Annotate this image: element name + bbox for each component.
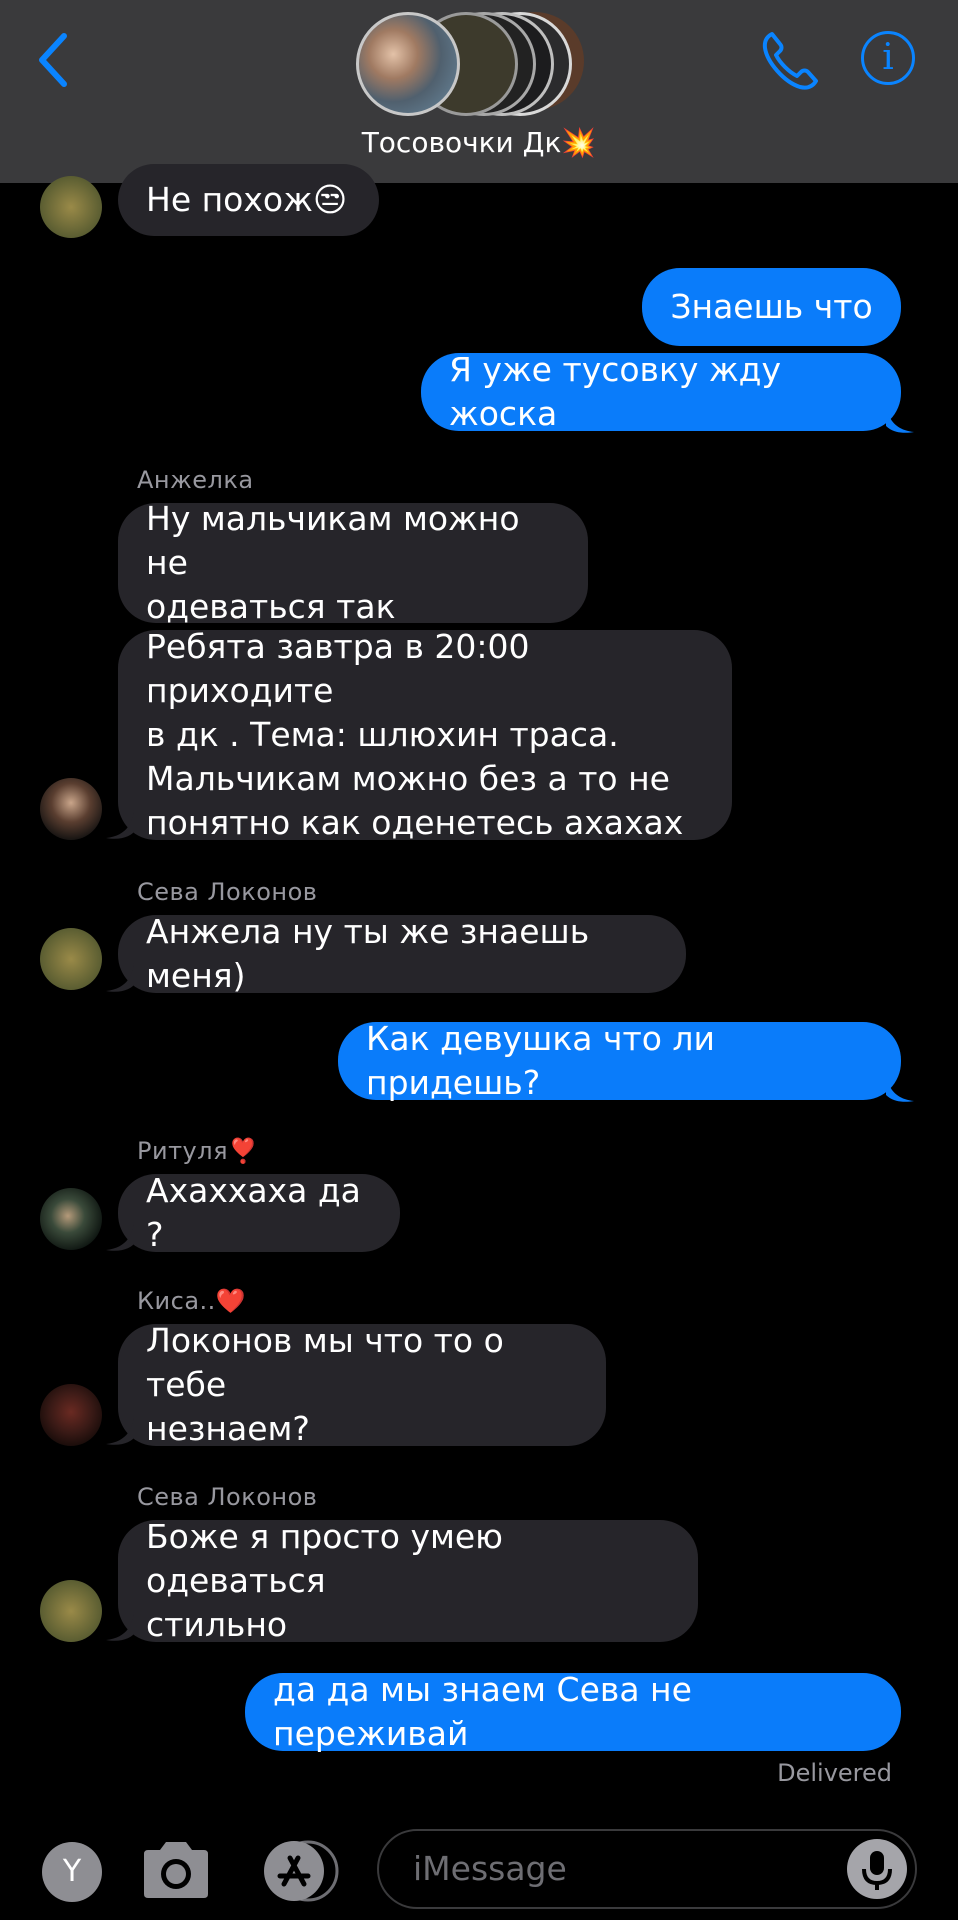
message-bubble-incoming[interactable]: Ребята завтра в 20:00 приходите в дк . Т…: [118, 627, 732, 842]
message-bubble-outgoing[interactable]: Я уже тусовку жду жоска: [421, 350, 901, 433]
message-text: Как девушка что ли придешь?: [366, 1019, 715, 1102]
message-text: Ребята завтра в 20:00 приходите в дк . Т…: [146, 627, 684, 842]
message-text: Не похож😒: [146, 180, 348, 219]
avatar[interactable]: [40, 1188, 102, 1250]
message-input[interactable]: iMessage: [377, 1829, 917, 1909]
y-app-icon[interactable]: Y: [42, 1842, 102, 1902]
message-bubble-incoming[interactable]: Боже я просто умею одеваться стильно: [118, 1517, 698, 1644]
message-bubble-incoming[interactable]: Ну мальчикам можно не одеваться так: [118, 499, 588, 626]
message-text: Локонов мы что то о тебе незнаем?: [146, 1321, 504, 1448]
message-bubble-incoming[interactable]: Анжела ну ты же знаешь меня): [118, 912, 686, 995]
bubble-tail: [886, 404, 914, 433]
collision-emoji: 💥: [561, 126, 597, 159]
app-store-icon[interactable]: [256, 1840, 340, 1902]
phone-icon[interactable]: [758, 28, 824, 94]
message-text: Ахаххаха да ?: [146, 1171, 361, 1254]
sender-name: Анжелка: [137, 466, 254, 494]
message-bubble-incoming[interactable]: Локонов мы что то о тебе незнаем?: [118, 1321, 606, 1448]
message-bubble-outgoing[interactable]: да да мы знаем Сева не переживай: [245, 1670, 901, 1753]
bubble-tail: [106, 1222, 134, 1251]
message-bubble-incoming[interactable]: Ахаххаха да ?: [118, 1171, 400, 1254]
message-text: Анжела ну ты же знаешь меня): [146, 912, 590, 995]
avatar[interactable]: [40, 1580, 102, 1642]
bubble-tail: [106, 810, 134, 839]
bubble-tail: [106, 963, 134, 992]
info-icon[interactable]: i: [861, 31, 915, 85]
message-text: да да мы знаем Сева не переживай: [273, 1670, 692, 1753]
avatar[interactable]: [40, 176, 102, 238]
message-bubble-incoming[interactable]: Не похож😒: [118, 164, 379, 236]
sender-name: Сева Локонов: [137, 878, 318, 906]
sender-name: Киса..❤️: [137, 1287, 247, 1315]
sender-name: Ритуля❣️: [137, 1137, 259, 1165]
member-avatar: [356, 12, 460, 116]
group-avatar-stack[interactable]: [356, 6, 596, 116]
message-text: Ну мальчикам можно не одеваться так: [146, 499, 520, 626]
message-bubble-outgoing[interactable]: Как девушка что ли придешь?: [338, 1019, 901, 1102]
delivery-status: Delivered: [777, 1759, 892, 1787]
microphone-icon[interactable]: [847, 1839, 907, 1899]
conversation-header: Тосовочки Дк💥 i: [0, 0, 958, 183]
avatar[interactable]: [40, 928, 102, 990]
message-text: Я уже тусовку жду жоска: [449, 350, 782, 433]
message-placeholder: iMessage: [413, 1849, 567, 1888]
message-text: Знаешь что: [670, 287, 873, 326]
sender-name: Сева Локонов: [137, 1483, 318, 1511]
bubble-tail: [106, 1612, 134, 1641]
avatar[interactable]: [40, 1384, 102, 1446]
back-chevron-icon[interactable]: [34, 30, 74, 90]
bubble-tail: [886, 1073, 914, 1102]
message-text: Боже я просто умею одеваться стильно: [146, 1517, 503, 1644]
camera-icon[interactable]: [140, 1838, 212, 1902]
bubble-tail: [106, 1416, 134, 1445]
avatar[interactable]: [40, 778, 102, 840]
group-name: Тосовочки Дк: [361, 126, 562, 159]
message-bubble-outgoing[interactable]: Знаешь что: [642, 268, 901, 346]
group-title[interactable]: Тосовочки Дк💥: [0, 126, 958, 159]
